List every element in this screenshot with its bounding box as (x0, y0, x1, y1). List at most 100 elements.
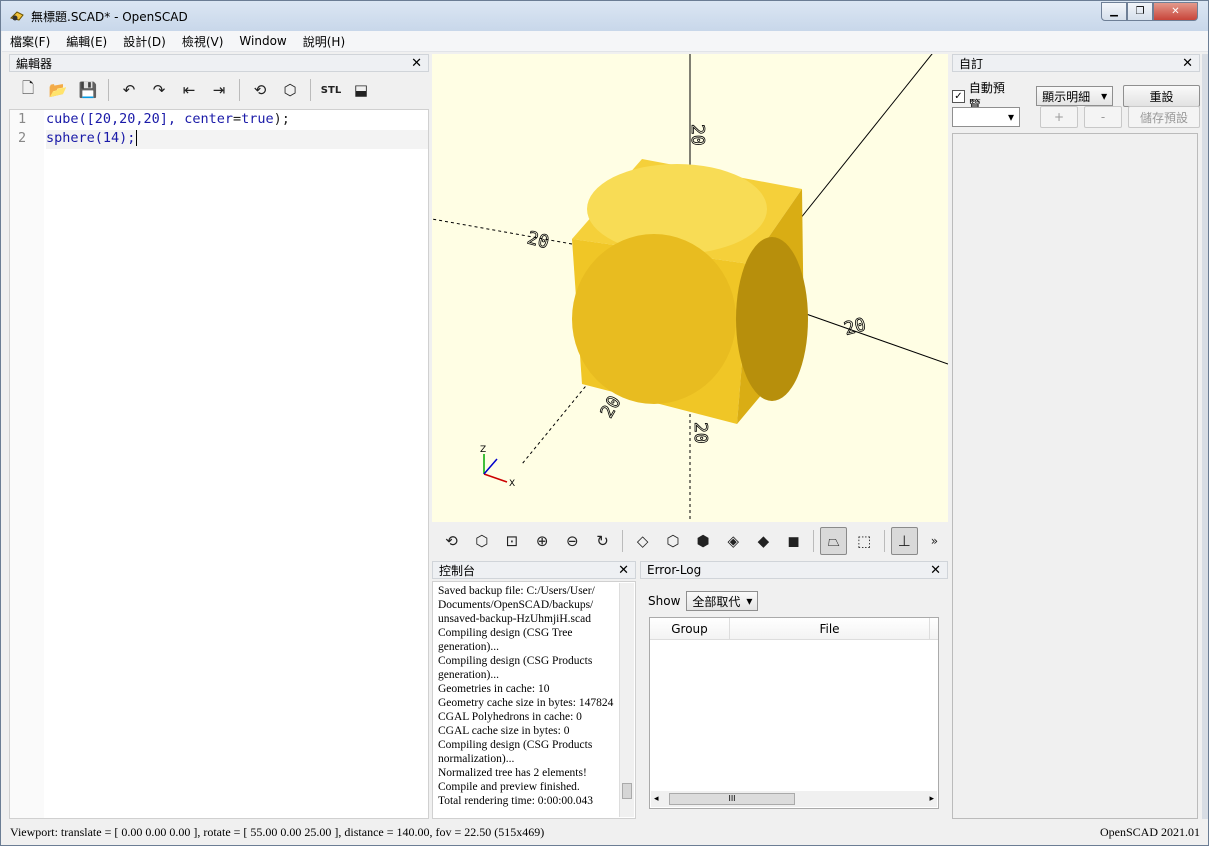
view-top-icon[interactable]: ⬡ (659, 527, 686, 555)
save-preset-button[interactable]: 儲存預設 (1128, 106, 1200, 128)
menu-view[interactable]: 檢視(V) (174, 33, 232, 50)
detail-select[interactable]: 顯示明細 ▾ (1036, 86, 1114, 106)
axis-tick-label: 20 (687, 124, 708, 146)
error-log-close-button[interactable]: ✕ (930, 563, 941, 578)
unindent-icon[interactable]: ⇤ (176, 77, 202, 103)
axis-tick-label: 20 (690, 422, 711, 444)
preview-icon[interactable]: ⟲ (247, 77, 273, 103)
scrollbar-thumb[interactable] (622, 783, 632, 799)
customizer-close-button[interactable]: ✕ (1182, 56, 1193, 71)
maximize-button[interactable]: ❐ (1127, 2, 1153, 21)
minimize-button[interactable]: ▁ (1101, 2, 1127, 21)
console-lines: Saved backup file: C:/Users/User/Documen… (438, 584, 617, 808)
code-editor[interactable]: 1 2 cube([20,20,20], center=true); spher… (9, 109, 429, 819)
reset-view-icon[interactable]: ↻ (589, 527, 616, 555)
render-icon[interactable]: ⬡ (468, 527, 495, 555)
code-token: center (184, 111, 233, 127)
console-line: CGAL cache size in bytes: 0 (438, 725, 570, 737)
column-header-group[interactable]: Group (650, 618, 730, 639)
menu-design[interactable]: 設計(D) (115, 33, 174, 50)
indent-icon[interactable]: ⇥ (206, 77, 232, 103)
editor-close-button[interactable]: ✕ (411, 56, 422, 71)
toolbar-divider (883, 529, 885, 552)
toolbar-overflow-icon[interactable]: » (921, 527, 948, 555)
view-bottom-icon[interactable]: ⬢ (689, 527, 716, 555)
add-preset-button[interactable]: + (1040, 106, 1078, 128)
console-line: Compile and preview finished. (438, 781, 580, 793)
view-front-icon[interactable]: ◆ (750, 527, 777, 555)
save-file-icon[interactable]: 💾 (75, 77, 101, 103)
code-token: cube (46, 111, 79, 127)
close-window-button[interactable]: ✕ (1153, 2, 1198, 21)
checkmark-icon: ✓ (952, 89, 965, 103)
error-log-panel: Error-Log ✕ Show 全部取代 ▾ Group File ◂ III ▸ (640, 561, 948, 819)
axis-tick-label: 20 (842, 314, 868, 340)
3d-viewport[interactable]: 20 20 20 20 20 Z X (432, 54, 948, 522)
error-table: Group File ◂ III ▸ (649, 617, 939, 809)
view-all-icon[interactable]: ⊡ (498, 527, 525, 555)
code-token: ); (273, 111, 290, 127)
toolbar-divider (310, 79, 311, 101)
menu-edit[interactable]: 編輯(E) (58, 33, 115, 50)
console-line: Documents/OpenSCAD/backups/ (438, 599, 594, 611)
perspective-icon[interactable]: ⏢ (820, 526, 848, 555)
console-line: unsaved-backup-HzUhmjiH.scad (438, 613, 591, 625)
render-icon[interactable]: ⬡ (277, 77, 303, 103)
show-axes-icon[interactable]: ⊥ (890, 526, 918, 555)
text-cursor (136, 130, 138, 146)
remove-preset-button[interactable]: - (1084, 106, 1122, 128)
error-filter-select[interactable]: 全部取代 ▾ (686, 591, 759, 611)
x-axis-positive (791, 308, 948, 365)
chevron-down-icon: ▾ (1101, 89, 1108, 103)
send-to-printer-icon[interactable]: ⬓ (348, 77, 374, 103)
chevron-down-icon: ▾ (746, 594, 753, 608)
menu-file[interactable]: 檔案(F) (2, 33, 58, 50)
view-right-icon[interactable]: ◇ (629, 527, 656, 555)
code-token: ([20,20,20], (78, 111, 185, 127)
console-line: Compiling design (CSG Products (438, 655, 593, 667)
console-line: Compiling design (CSG Tree (438, 627, 573, 639)
redo-icon[interactable]: ↷ (146, 77, 172, 103)
menu-window[interactable]: Window (231, 34, 294, 48)
new-file-icon[interactable]: 🗋 (15, 77, 41, 103)
toolbar-divider (813, 529, 815, 552)
undo-icon[interactable]: ↶ (116, 77, 142, 103)
error-log-header: Error-Log ✕ (640, 561, 948, 579)
column-header-file[interactable]: File (730, 618, 930, 639)
menu-help[interactable]: 說明(H) (295, 33, 353, 50)
customizer-title: 自訂 (959, 56, 984, 71)
console-line: Saved backup file: C:/Users/User/ (438, 585, 595, 597)
code-token: sphere (46, 130, 95, 146)
preview-icon[interactable]: ⟲ (438, 527, 465, 555)
sphere-cap-front (572, 234, 736, 404)
preset-select[interactable]: ▾ (952, 107, 1020, 127)
window-title: 無標題.SCAD* - OpenSCAD (31, 9, 188, 24)
reset-button[interactable]: 重設 (1123, 85, 1200, 107)
view-back-icon[interactable]: ◼ (780, 527, 807, 555)
scrollbar-thumb[interactable]: III (669, 793, 795, 805)
console-panel: 控制台 ✕ Saved backup file: C:/Users/User/D… (432, 561, 636, 819)
x-axis-negative (432, 218, 573, 245)
right-edge-bar (1202, 54, 1208, 819)
zoom-in-icon[interactable]: ⊕ (529, 527, 556, 555)
console-close-button[interactable]: ✕ (618, 563, 629, 578)
code-token: true (241, 111, 274, 127)
orthogonal-icon[interactable]: ⬚ (850, 527, 877, 555)
app-window: 無標題.SCAD* - OpenSCAD ▁ ❐ ✕ 檔案(F) 編輯(E) 設… (0, 0, 1209, 846)
toolbar-divider (108, 79, 109, 101)
viewport-canvas: 20 20 20 20 20 Z X (432, 54, 948, 522)
version-label: OpenSCAD 2021.01 (1099, 824, 1200, 839)
console-scrollbar[interactable] (619, 583, 634, 817)
editor-toolbar: 🗋 📂 💾 ↶ ↷ ⇤ ⇥ ⟲ ⬡ STL ⬓ (9, 72, 429, 108)
error-table-hscroll[interactable]: ◂ III ▸ (651, 791, 937, 807)
export-stl-icon[interactable]: STL (318, 77, 344, 103)
scroll-left-icon[interactable]: ◂ (651, 794, 659, 804)
scroll-right-icon[interactable]: ▸ (929, 794, 937, 804)
code-line: cube([20,20,20], center=true); (46, 111, 428, 130)
console-line: normalization)... (438, 753, 515, 765)
console-line: generation)... (438, 669, 499, 681)
zoom-out-icon[interactable]: ⊖ (559, 527, 586, 555)
view-left-icon[interactable]: ◈ (720, 527, 747, 555)
open-file-icon[interactable]: 📂 (45, 77, 71, 103)
title-bar: 無標題.SCAD* - OpenSCAD ▁ ❐ ✕ (1, 1, 1208, 31)
